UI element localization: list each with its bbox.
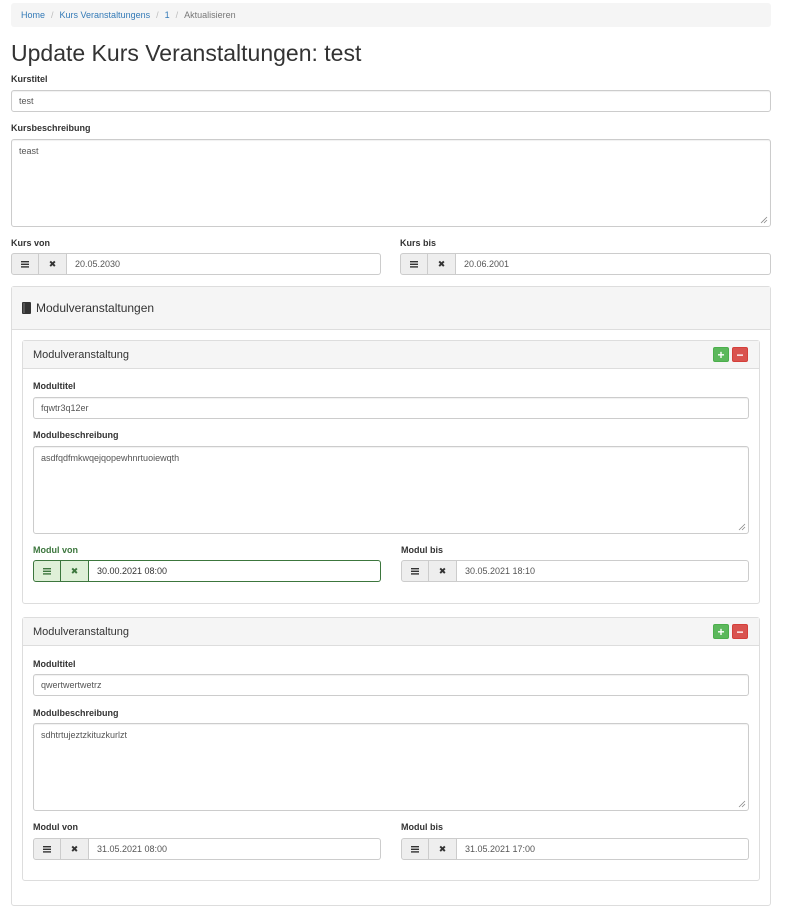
kurstitel-input[interactable]: test: [11, 90, 771, 112]
modul-bis-datepicker: ✖ 30.05.2021 18:10: [401, 560, 749, 582]
add-module-button[interactable]: +: [713, 624, 729, 639]
modulbeschreibung-label: Modulbeschreibung: [33, 708, 119, 718]
modul-von-label: Modul von: [33, 545, 78, 555]
calendar-icon[interactable]: [401, 560, 429, 582]
book-icon: [22, 302, 31, 314]
kurs-bis-datepicker: ✖ 20.06.2001: [400, 253, 771, 275]
clear-icon[interactable]: ✖: [429, 560, 457, 582]
add-module-button[interactable]: +: [713, 347, 729, 362]
kurs-von-label: Kurs von: [11, 238, 51, 248]
modul-von-value: 30.00.2021 08:00: [97, 566, 168, 576]
modul-bis-input[interactable]: 30.05.2021 18:10: [457, 560, 749, 582]
kurs-von-value: 20.05.2030: [75, 259, 121, 269]
modultitel-value: fqwtr3q12er: [41, 403, 89, 413]
modulveranstaltungen-title: Modulveranstaltungen: [36, 301, 155, 315]
calendar-icon[interactable]: [401, 838, 429, 860]
modul-bis-label: Modul bis: [401, 822, 443, 832]
remove-module-button[interactable]: −: [732, 624, 748, 639]
remove-module-button[interactable]: −: [732, 347, 748, 362]
modulbeschreibung-label: Modulbeschreibung: [33, 430, 119, 440]
modul-von-input[interactable]: 31.05.2021 08:00: [89, 838, 381, 860]
modul-von-input[interactable]: 30.00.2021 08:00: [89, 560, 381, 582]
kurs-bis-value: 20.06.2001: [464, 259, 510, 269]
module-heading-label: Modulveranstaltung: [33, 625, 130, 638]
modul-von-label: Modul von: [33, 822, 78, 832]
kurstitel-label: Kurstitel: [11, 74, 48, 84]
modulbeschreibung-textarea[interactable]: asdfqdfmkwqejqopewhnrtuoiewqth: [33, 446, 749, 534]
resize-grip-icon[interactable]: [760, 216, 768, 224]
kurs-bis-label: Kurs bis: [400, 238, 437, 248]
modultitel-input[interactable]: fqwtr3q12er: [33, 397, 749, 419]
kurstitel-value: test: [19, 96, 34, 106]
modul-von-datepicker: ✖ 30.00.2021 08:00: [33, 560, 381, 582]
module-heading-label: Modulveranstaltung: [33, 348, 130, 361]
calendar-icon[interactable]: [33, 560, 61, 582]
module-heading: Modulveranstaltung: [23, 341, 759, 369]
calendar-icon[interactable]: [33, 838, 61, 860]
resize-grip-icon[interactable]: [738, 800, 746, 808]
module-heading: Modulveranstaltung: [23, 618, 759, 646]
modulbeschreibung-value: sdhtrtujeztzkituzkurlzt: [41, 730, 128, 740]
modul-bis-datepicker: ✖ 31.05.2021 17:00: [401, 838, 749, 860]
resize-grip-icon[interactable]: [738, 523, 746, 531]
page: Home / Kurs Veranstaltungens / 1 / Aktua…: [0, 0, 797, 906]
kursbeschreibung-textarea[interactable]: teast: [11, 139, 771, 227]
modul-von-value: 31.05.2021 08:00: [97, 844, 168, 854]
breadcrumb-home[interactable]: Home: [21, 10, 45, 20]
breadcrumb-active: Aktualisieren: [184, 10, 236, 20]
modulbeschreibung-textarea[interactable]: sdhtrtujeztzkituzkurlzt: [33, 723, 749, 811]
modul-bis-value: 31.05.2021 17:00: [465, 844, 536, 854]
kurs-bis-input[interactable]: 20.06.2001: [456, 253, 771, 275]
calendar-icon[interactable]: [400, 253, 428, 275]
kursbeschreibung-value: teast: [19, 146, 39, 156]
breadcrumb: Home / Kurs Veranstaltungens / 1 / Aktua…: [11, 3, 771, 27]
modul-bis-label: Modul bis: [401, 545, 443, 555]
clear-icon[interactable]: ✖: [61, 838, 89, 860]
kurs-von-datepicker: ✖ 20.05.2030: [11, 253, 381, 275]
modulveranstaltungen-heading: Modulveranstaltungen: [12, 287, 770, 330]
kurs-von-input[interactable]: 20.05.2030: [67, 253, 381, 275]
modul-von-datepicker: ✖ 31.05.2021 08:00: [33, 838, 381, 860]
breadcrumb-separator: /: [175, 10, 179, 20]
clear-icon[interactable]: ✖: [429, 838, 457, 860]
modultitel-label: Modultitel: [33, 659, 76, 669]
clear-icon[interactable]: ✖: [61, 560, 89, 582]
calendar-icon[interactable]: [11, 253, 39, 275]
modul-bis-value: 30.05.2021 18:10: [465, 566, 536, 576]
breadcrumb-kurs-veranstaltungens[interactable]: Kurs Veranstaltungens: [60, 10, 151, 20]
breadcrumb-separator: /: [156, 10, 159, 20]
modulbeschreibung-value: asdfqdfmkwqejqopewhnrtuoiewqth: [41, 453, 180, 463]
modultitel-value: qwertwertwetrz: [41, 680, 102, 690]
clear-icon[interactable]: ✖: [39, 253, 67, 275]
modultitel-label: Modultitel: [33, 381, 76, 391]
modultitel-input[interactable]: qwertwertwetrz: [33, 674, 749, 696]
page-title: Update Kurs Veranstaltungen: test: [11, 40, 362, 66]
clear-icon[interactable]: ✖: [428, 253, 456, 275]
breadcrumb-separator: /: [51, 10, 54, 20]
kursbeschreibung-label: Kursbeschreibung: [11, 123, 91, 133]
modul-bis-input[interactable]: 31.05.2021 17:00: [457, 838, 749, 860]
